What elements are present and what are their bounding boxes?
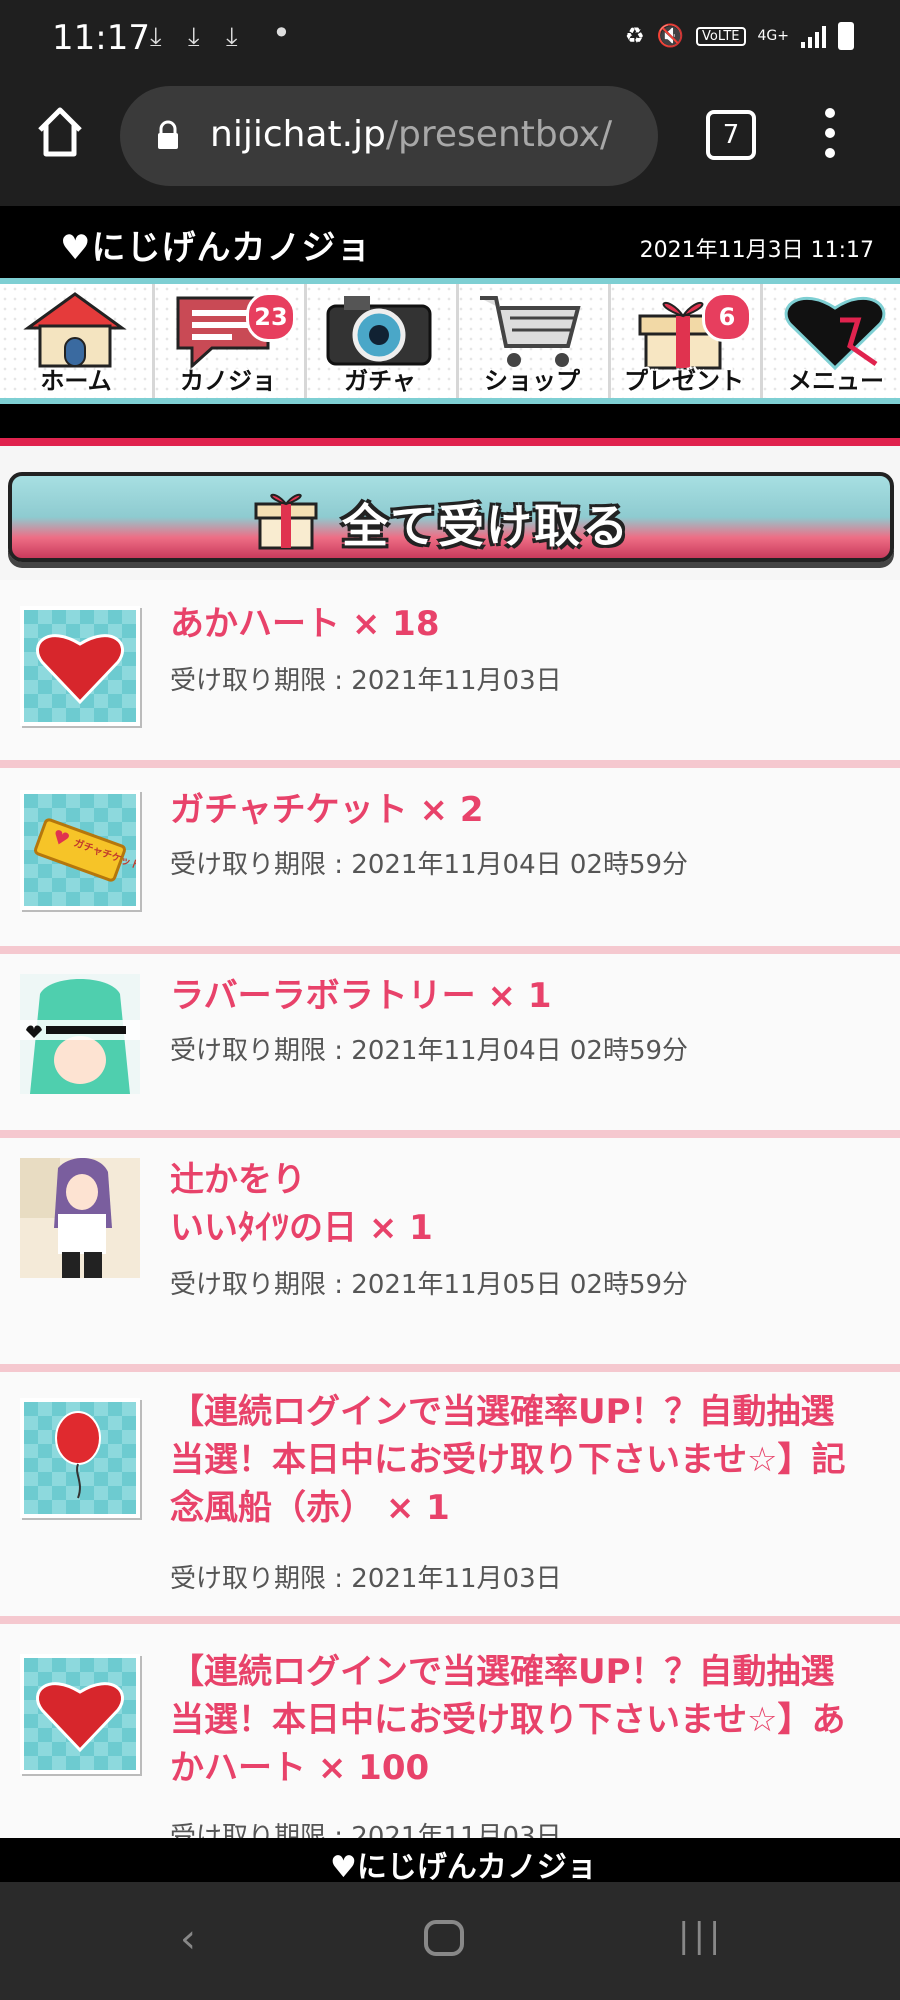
character-card-icon — [20, 1157, 140, 1278]
main-nav: ホーム 23 カノジョ ガチャ ショップ 6 プレゼント メニュー — [0, 278, 900, 404]
receive-all-button[interactable]: 全て受け取る — [8, 472, 894, 562]
nav-present[interactable]: 6 プレゼント — [608, 284, 763, 398]
kanojo-badge: 23 — [246, 292, 296, 342]
site-header: ♥にじげんカノジョ 2021年11月3日 11:17 — [0, 206, 900, 278]
nav-under-accent — [0, 438, 900, 446]
tab-switcher-button[interactable]: 7 — [706, 110, 756, 160]
present-title: ラバーラボラトリー × 1 — [170, 976, 552, 1016]
status-time: 11:17 — [52, 18, 150, 58]
present-title: ガチャチケット × 2 — [170, 790, 484, 830]
url-host: nijichat.jp — [210, 114, 386, 155]
header-datetime: 2021年11月3日 11:17 — [639, 238, 874, 263]
nav-kanojo-label: カノジョ — [180, 367, 276, 395]
heart-logo-icon — [784, 296, 886, 370]
present-deadline: 受け取り期限 : 2021年11月04日 02時59分 — [170, 1036, 689, 1066]
nav-under-strip — [0, 404, 900, 438]
nav-home-label: ホーム — [40, 367, 112, 395]
system-nav-bar: ‹ ||| — [0, 1882, 900, 2000]
nav-menu[interactable]: メニュー — [760, 284, 900, 398]
present-item[interactable]: 辻かをり いいﾀｲﾂの日 × 1 受け取り期限 : 2021年11月05日 02… — [0, 1138, 900, 1372]
camera-icon — [326, 296, 432, 366]
present-title: 【連続ログインで当選確率UP！？自動抽選当選！本日中にお受け取り下さいませ☆】記… — [170, 1392, 846, 1528]
present-badge: 6 — [702, 292, 752, 342]
nav-shop[interactable]: ショップ — [456, 284, 611, 398]
volte-icon: VoLTE — [696, 26, 746, 46]
present-title: 【連続ログインで当選確率UP！？自動抽選当選！本日中にお受け取り下さいませ☆】あ… — [170, 1652, 846, 1788]
mute-icon: 🔇 — [656, 23, 685, 49]
address-bar[interactable]: nijichat.jp/presentbox/ — [120, 86, 658, 186]
present-deadline: 受け取り期限 : 2021年11月04日 02時59分 — [170, 850, 689, 880]
cart-icon — [480, 296, 581, 367]
lock-icon — [158, 120, 178, 149]
download-icon: ⤓ — [188, 22, 200, 52]
present-item[interactable]: ラバーラボラトリー × 1 受け取り期限 : 2021年11月04日 02時59… — [0, 954, 900, 1138]
red-heart-icon — [20, 1654, 140, 1774]
character-card-icon — [20, 974, 140, 1094]
nav-present-label: プレゼント — [624, 367, 744, 395]
present-deadline: 受け取り期限 : 2021年11月05日 02時59分 — [170, 1270, 689, 1300]
red-heart-icon — [20, 606, 140, 726]
logo-text: にじげんカノジョ — [91, 228, 372, 268]
home-circle-icon[interactable] — [424, 1920, 464, 1956]
more-options-icon[interactable] — [820, 108, 840, 168]
url-text[interactable]: nijichat.jp/presentbox/ — [210, 114, 612, 155]
battery-icon — [838, 22, 854, 50]
present-deadline: 受け取り期限 : 2021年11月03日 — [170, 1564, 562, 1594]
house-icon — [23, 292, 127, 368]
browser-toolbar: nijichat.jp/presentbox/ 7 — [0, 78, 900, 206]
footer-logo[interactable]: ♥にじげんカノジョ — [330, 1842, 597, 1886]
status-bar: 11:17 ⤓ ⤓ ⤓ • ♻ 🔇 VoLTE 4G+ — [0, 0, 900, 78]
nav-gacha[interactable]: ガチャ — [304, 284, 459, 398]
present-title-line1: 辻かをり — [170, 1160, 306, 1200]
nav-shop-label: ショップ — [484, 367, 580, 395]
nav-kanojo[interactable]: 23 カノジョ — [152, 284, 307, 398]
status-icons: ♻ 🔇 VoLTE 4G+ — [625, 22, 854, 50]
download-icon: ⤓ — [226, 22, 238, 52]
present-item[interactable]: ガチャチケット ガチャチケット × 2 受け取り期限 : 2021年11月04日… — [0, 768, 900, 954]
nav-home[interactable]: ホーム — [0, 284, 155, 398]
footer-logo-text: にじげんカノジョ — [356, 1850, 597, 1885]
present-item[interactable]: 【連続ログインで当選確率UP！？自動抽選当選！本日中にお受け取り下さいませ☆】記… — [0, 1372, 900, 1624]
red-balloon-icon — [20, 1398, 140, 1518]
present-deadline: 受け取り期限 : 2021年11月03日 — [170, 666, 562, 696]
download-icon: ⤓ — [150, 22, 162, 52]
notification-dot-icon: • — [272, 14, 291, 52]
recycle-icon: ♻ — [624, 23, 645, 49]
home-icon[interactable] — [36, 106, 84, 158]
site-logo[interactable]: ♥にじげんカノジョ — [60, 220, 371, 269]
present-item[interactable]: あかハート × 18 受け取り期限 : 2021年11月03日 — [0, 580, 900, 768]
nav-menu-label: メニュー — [788, 367, 884, 395]
nav-gacha-label: ガチャ — [344, 367, 416, 395]
gift-icon — [254, 493, 318, 550]
present-title: あかハート × 18 — [170, 604, 440, 644]
signal-icon — [801, 24, 826, 48]
recents-icon[interactable]: ||| — [678, 1916, 724, 1956]
network-type: 4G+ — [757, 28, 790, 44]
receive-all-label: 全て受け取る — [342, 499, 630, 553]
gacha-ticket-icon: ガチャチケット — [20, 790, 142, 910]
back-icon[interactable]: ‹ — [180, 1916, 196, 1962]
url-path: /presentbox/ — [385, 114, 613, 155]
footer-logo-bar: ♥にじげんカノジョ — [0, 1838, 900, 1885]
present-title-line2: いいﾀｲﾂの日 × 1 — [170, 1208, 433, 1248]
